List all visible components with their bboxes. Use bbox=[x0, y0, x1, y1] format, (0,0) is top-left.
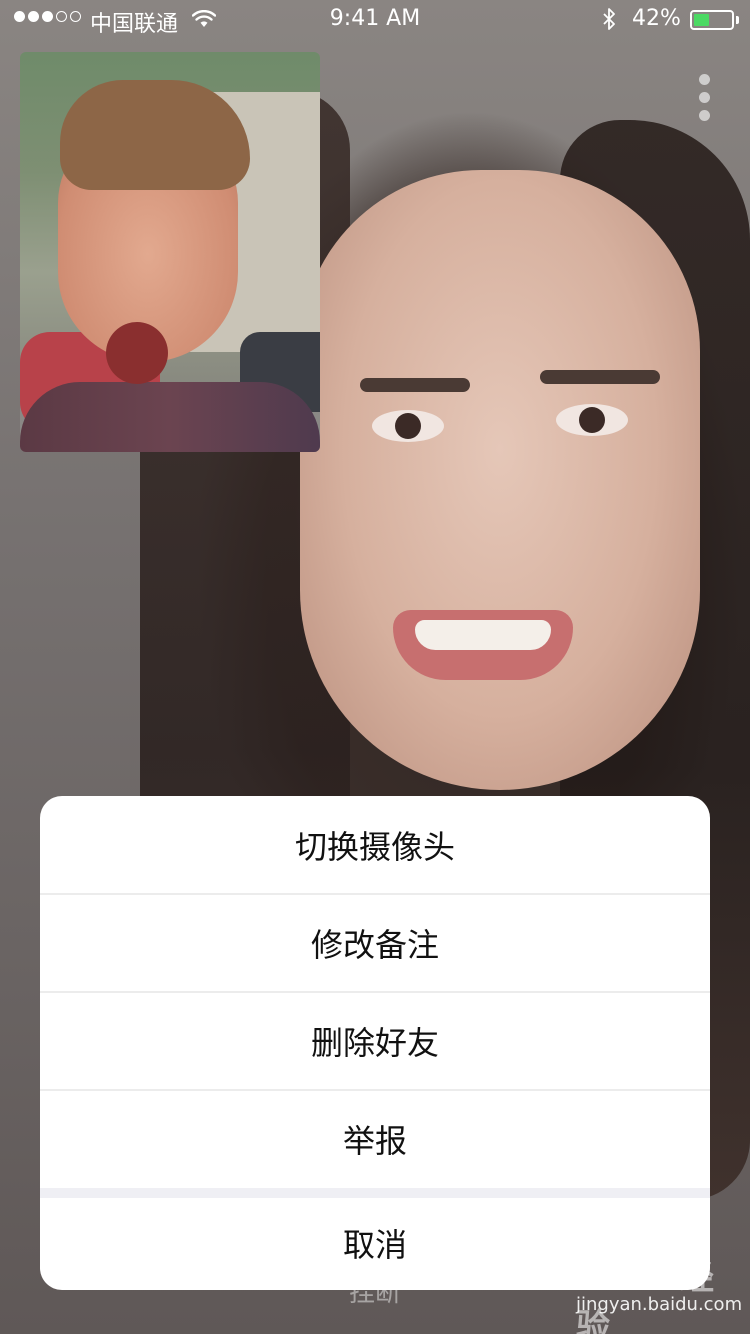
remote-video-eye-right bbox=[556, 404, 628, 436]
report-option[interactable]: 举报 bbox=[40, 1090, 710, 1188]
battery-icon bbox=[690, 10, 734, 30]
battery-cap bbox=[736, 16, 739, 24]
remote-video-face bbox=[300, 170, 700, 790]
action-sheet: 切换摄像头 修改备注 删除好友 举报 取消 bbox=[40, 796, 710, 1290]
more-vertical-icon-dot bbox=[699, 92, 710, 103]
more-options-button[interactable] bbox=[692, 70, 718, 130]
more-vertical-icon-dot bbox=[699, 110, 710, 121]
more-vertical-icon bbox=[699, 74, 710, 85]
battery-fill-level bbox=[694, 14, 709, 26]
edit-remark-option[interactable]: 修改备注 bbox=[40, 894, 710, 992]
delete-friend-option[interactable]: 删除好友 bbox=[40, 992, 710, 1090]
bluetooth-icon bbox=[603, 8, 615, 30]
switch-camera-option[interactable]: 切换摄像头 bbox=[40, 796, 710, 894]
local-video-mouth bbox=[106, 322, 168, 384]
remote-video-brow-right bbox=[540, 370, 660, 384]
remote-video-eye-left bbox=[372, 410, 444, 442]
status-bar: 中国联通 9:41 AM 42% bbox=[0, 0, 750, 40]
local-video-shirt bbox=[20, 382, 320, 452]
cancel-button[interactable]: 取消 bbox=[40, 1196, 710, 1290]
watermark-url: jingyan.baidu.com bbox=[576, 1294, 743, 1315]
remote-video-brow-left bbox=[360, 378, 470, 392]
battery-percentage: 42% bbox=[632, 6, 681, 31]
video-call-screen: 中国联通 9:41 AM 42% 挂断 Baidu经验 bbox=[0, 0, 750, 1334]
remote-video-mouth bbox=[393, 610, 573, 680]
local-video-preview[interactable] bbox=[20, 52, 320, 452]
